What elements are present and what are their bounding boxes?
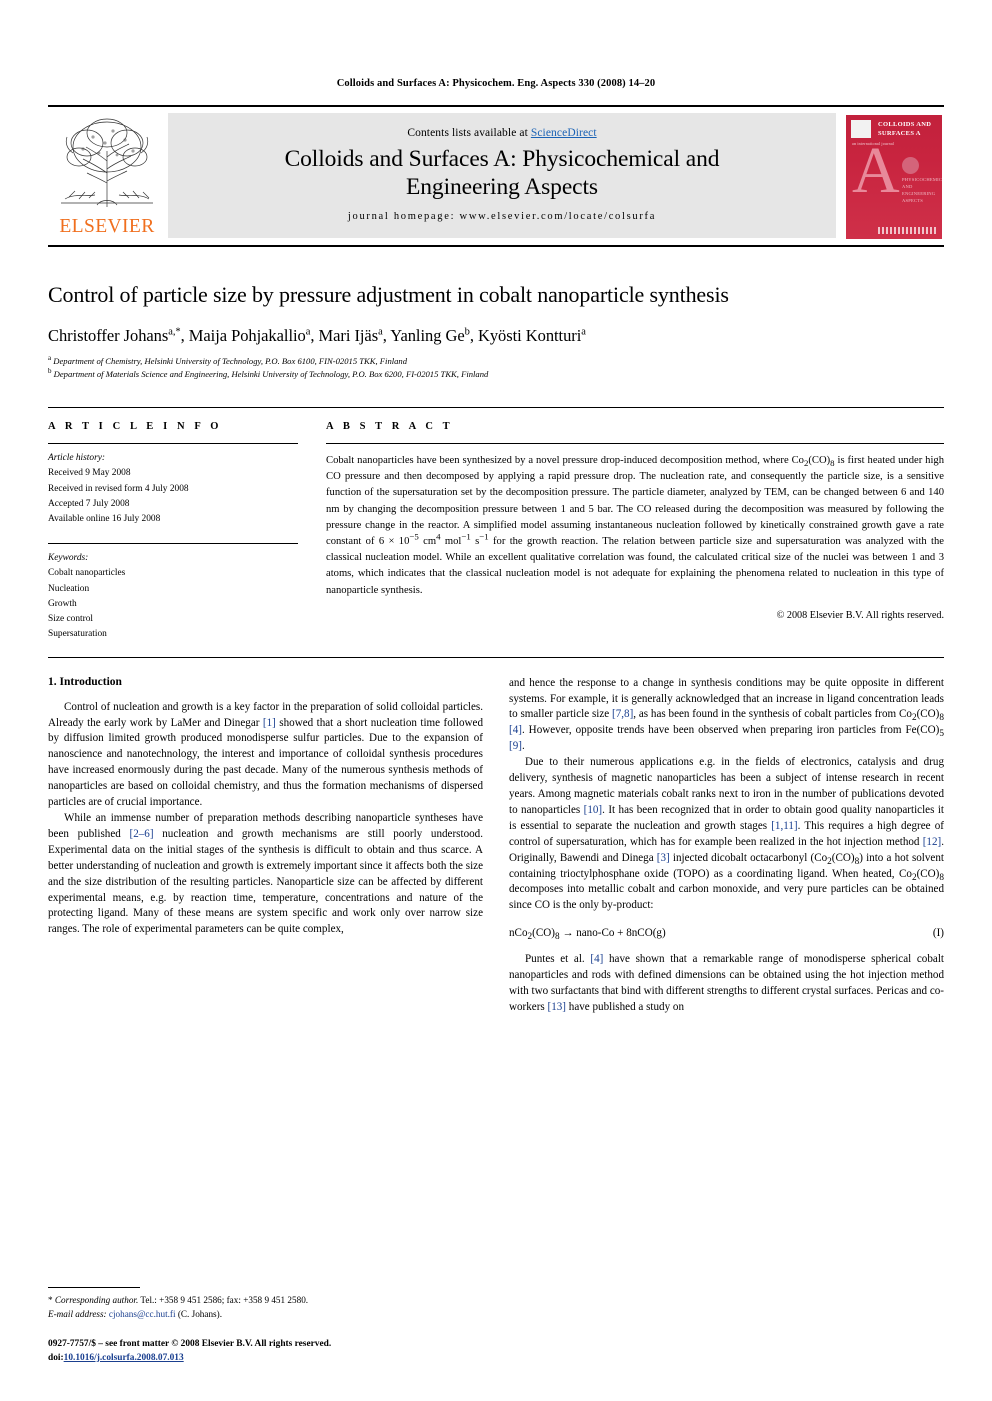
elsevier-tree-icon (53, 113, 161, 211)
keyword-item: Size control (48, 614, 94, 625)
journal-title: Colloids and Surfaces A: Physicochemical… (285, 146, 720, 201)
footnote-block: * Corresponding author. Tel.: +358 9 451… (48, 1287, 482, 1365)
elsevier-logo: ELSEVIER (48, 113, 166, 238)
keyword-item: Cobalt nanoparticles (48, 568, 126, 579)
info-abstract-region: A R T I C L E I N F O Article history: R… (48, 407, 944, 643)
running-head: Colloids and Surfaces A: Physicochem. En… (336, 78, 656, 89)
affiliation-b: b Department of Materials Science and En… (48, 367, 489, 379)
history-item: Available online 16 July 2008 (48, 514, 161, 524)
equation-number: (I) (932, 927, 944, 940)
paragraph: Puntes et al. [4] have shown that a rema… (509, 953, 944, 1013)
keywords-label: Keywords: (48, 553, 89, 564)
author-list: Christoffer Johansa,*, Maija Pohjakallio… (48, 325, 586, 345)
abstract-heading: A B S T R A C T (326, 421, 454, 433)
cover-letter: A (852, 134, 900, 207)
journal-cover-thumbnail: COLLOIDS AND SURFACES A an international… (844, 113, 944, 239)
imprint-block: 0927-7757/$ – see front matter © 2008 El… (48, 1337, 482, 1365)
keyword-item: Nucleation (48, 583, 90, 594)
paragraph: and hence the response to a change in sy… (509, 676, 944, 753)
abstract-column: A B S T R A C T Cobalt nanoparticles hav… (326, 421, 944, 643)
keywords-list: Keywords: Cobalt nanoparticles Nucleatio… (48, 544, 298, 642)
article-info-column: A R T I C L E I N F O Article history: R… (48, 421, 298, 643)
article-info-heading: A R T I C L E I N F O (48, 421, 223, 433)
paragraph: Control of nucleation and growth is a ke… (48, 700, 483, 809)
masthead-bottom-rule (48, 245, 944, 247)
equation-1: nCo2(CO)8 → nano-Co + 8nCO(g) (I) (509, 927, 944, 943)
keyword-item: Growth (48, 598, 77, 609)
elsevier-wordmark: ELSEVIER (59, 215, 155, 237)
affiliation-a-text: Department of Chemistry, Helsinki Univer… (53, 355, 408, 366)
page-title: Control of particle size by pressure adj… (48, 282, 729, 307)
contents-prefix: Contents lists available at (407, 127, 531, 140)
affiliation-b-text: Department of Materials Science and Engi… (53, 369, 489, 379)
journal-title-line-2: Engineering Aspects (406, 174, 598, 200)
article-page: Colloids and Surfaces A: Physicochem. En… (0, 78, 992, 1401)
cover-subtitle: PHYSICOCHEMICAL AND ENGINEERING ASPECTS (902, 177, 942, 203)
affiliation-a: a Department of Chemistry, Helsinki Univ… (48, 354, 408, 366)
doi-label: doi: (48, 1352, 64, 1363)
abstract-bottom-rule (48, 656, 944, 658)
journal-title-line-1: Colloids and Surfaces A: Physicochemical… (284, 146, 720, 173)
cover-dot-decoration (902, 157, 919, 174)
article-history: Article history: Received 9 May 2008 Rec… (48, 444, 298, 527)
paragraph: Due to their numerous applications e.g. … (509, 756, 944, 912)
doi-line: doi:10.1016/j.colsurfa.2008.07.013 (48, 1351, 482, 1365)
sciencedirect-link[interactable]: ScienceDirect (531, 127, 597, 139)
journal-homepage: journal homepage: www.elsevier.com/locat… (347, 210, 657, 222)
issn-copyright-line: 0927-7757/$ – see front matter © 2008 El… (48, 1338, 332, 1349)
doi-link[interactable]: 10.1016/j.colsurfa.2008.07.013 (64, 1353, 184, 1363)
title-block: Control of particle size by pressure adj… (48, 281, 944, 381)
abstract-text: Cobalt nanoparticles have been synthesiz… (326, 455, 944, 596)
equation-expression: nCo2(CO)8 → nano-Co + 8nCO(g) (509, 927, 666, 943)
section-title-introduction: 1. Introduction (48, 675, 122, 688)
body-column-left: 1. Introduction Control of nucleation an… (48, 676, 483, 1016)
body-column-right: and hence the response to a change in sy… (509, 676, 944, 1016)
cover-barcode (878, 227, 938, 234)
corresponding-author-note: * Corresponding author. Tel.: +358 9 451… (48, 1295, 309, 1306)
paragraph: While an immense number of preparation m… (48, 811, 483, 936)
article-history-label: Article history: (48, 453, 106, 464)
history-item: Received in revised form 4 July 2008 (48, 483, 189, 494)
history-item: Received 9 May 2008 (48, 468, 131, 479)
body-columns: 1. Introduction Control of nucleation an… (48, 676, 944, 1016)
affiliations: a Department of Chemistry, Helsinki Univ… (48, 355, 944, 381)
journal-banner: Contents lists available at ScienceDirec… (168, 113, 836, 238)
history-item: Accepted 7 July 2008 (48, 498, 130, 509)
copyright-line: © 2008 Elsevier B.V. All rights reserved… (776, 609, 944, 621)
email-note: E-mail address: cjohans@cc.hut.fi (C. Jo… (48, 1308, 222, 1319)
contents-available-line: Contents lists available at ScienceDirec… (407, 127, 596, 139)
keyword-item: Supersaturation (48, 629, 107, 640)
journal-masthead: ELSEVIER Contents lists available at Sci… (48, 105, 944, 247)
footnote-rule (48, 1287, 140, 1289)
